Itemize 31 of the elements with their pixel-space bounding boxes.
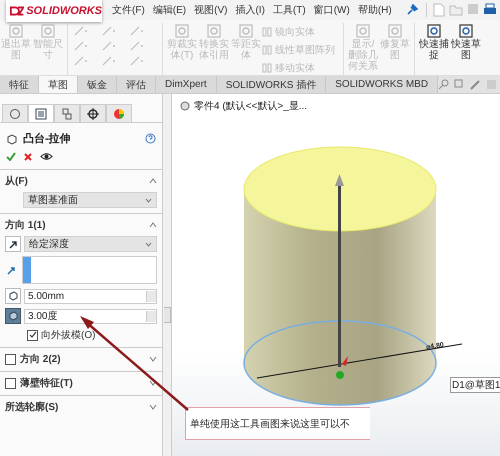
tab[interactable]: 评估 bbox=[117, 76, 156, 93]
section-title[interactable]: 方向 2(2) bbox=[20, 352, 61, 366]
tab[interactable]: 特征 bbox=[0, 76, 39, 93]
number-field[interactable]: 5.00mm bbox=[24, 288, 157, 304]
menu-item[interactable]: 窗口(W) bbox=[310, 3, 354, 17]
menu-item[interactable]: 视图(V) bbox=[190, 3, 232, 17]
tab[interactable]: DimXpert bbox=[156, 76, 217, 93]
ribbon-button[interactable]: 快速草图 bbox=[450, 23, 482, 61]
menu-item[interactable]: 文件(F) bbox=[108, 3, 149, 17]
tab[interactable]: 草图 bbox=[39, 76, 78, 93]
callout-text: 单纯使用这工具画图来说这里可以不 bbox=[190, 418, 350, 430]
menu-item[interactable]: 帮助(H) bbox=[354, 3, 396, 17]
section-title[interactable]: 薄壁特征(T) bbox=[20, 376, 73, 390]
number-field[interactable]: 3.00度 bbox=[24, 308, 157, 324]
logo: SOLIDWORKS bbox=[6, 0, 102, 22]
dropdown[interactable]: 草图基准面 bbox=[23, 192, 157, 208]
ribbon-button[interactable]: 快速捕捉 bbox=[418, 23, 450, 61]
breadcrumb[interactable]: 零件4 (默认<<默认>_显... bbox=[194, 99, 308, 113]
tab[interactable]: 钣金 bbox=[78, 76, 117, 93]
section-title[interactable]: 从(F) bbox=[5, 174, 28, 188]
checkbox[interactable]: 向外拔模(O) bbox=[27, 328, 96, 342]
menu-item[interactable]: 工具(T) bbox=[268, 3, 310, 17]
tab[interactable]: SOLIDWORKS MBD bbox=[326, 76, 438, 93]
dropdown[interactable]: 给定深度 bbox=[24, 236, 157, 252]
feature-title: 凸台-拉伸 bbox=[23, 132, 71, 146]
dimension-tag: D1@草图1 bbox=[450, 377, 500, 393]
menu-item[interactable]: 编辑(E) bbox=[148, 3, 190, 17]
section-title[interactable]: 方向 1(1) bbox=[5, 218, 46, 232]
menu-item[interactable]: 插入(I) bbox=[231, 3, 269, 17]
section-title[interactable]: 所选轮廓(S) bbox=[5, 400, 58, 414]
tab[interactable]: SOLIDWORKS 插件 bbox=[216, 76, 326, 93]
